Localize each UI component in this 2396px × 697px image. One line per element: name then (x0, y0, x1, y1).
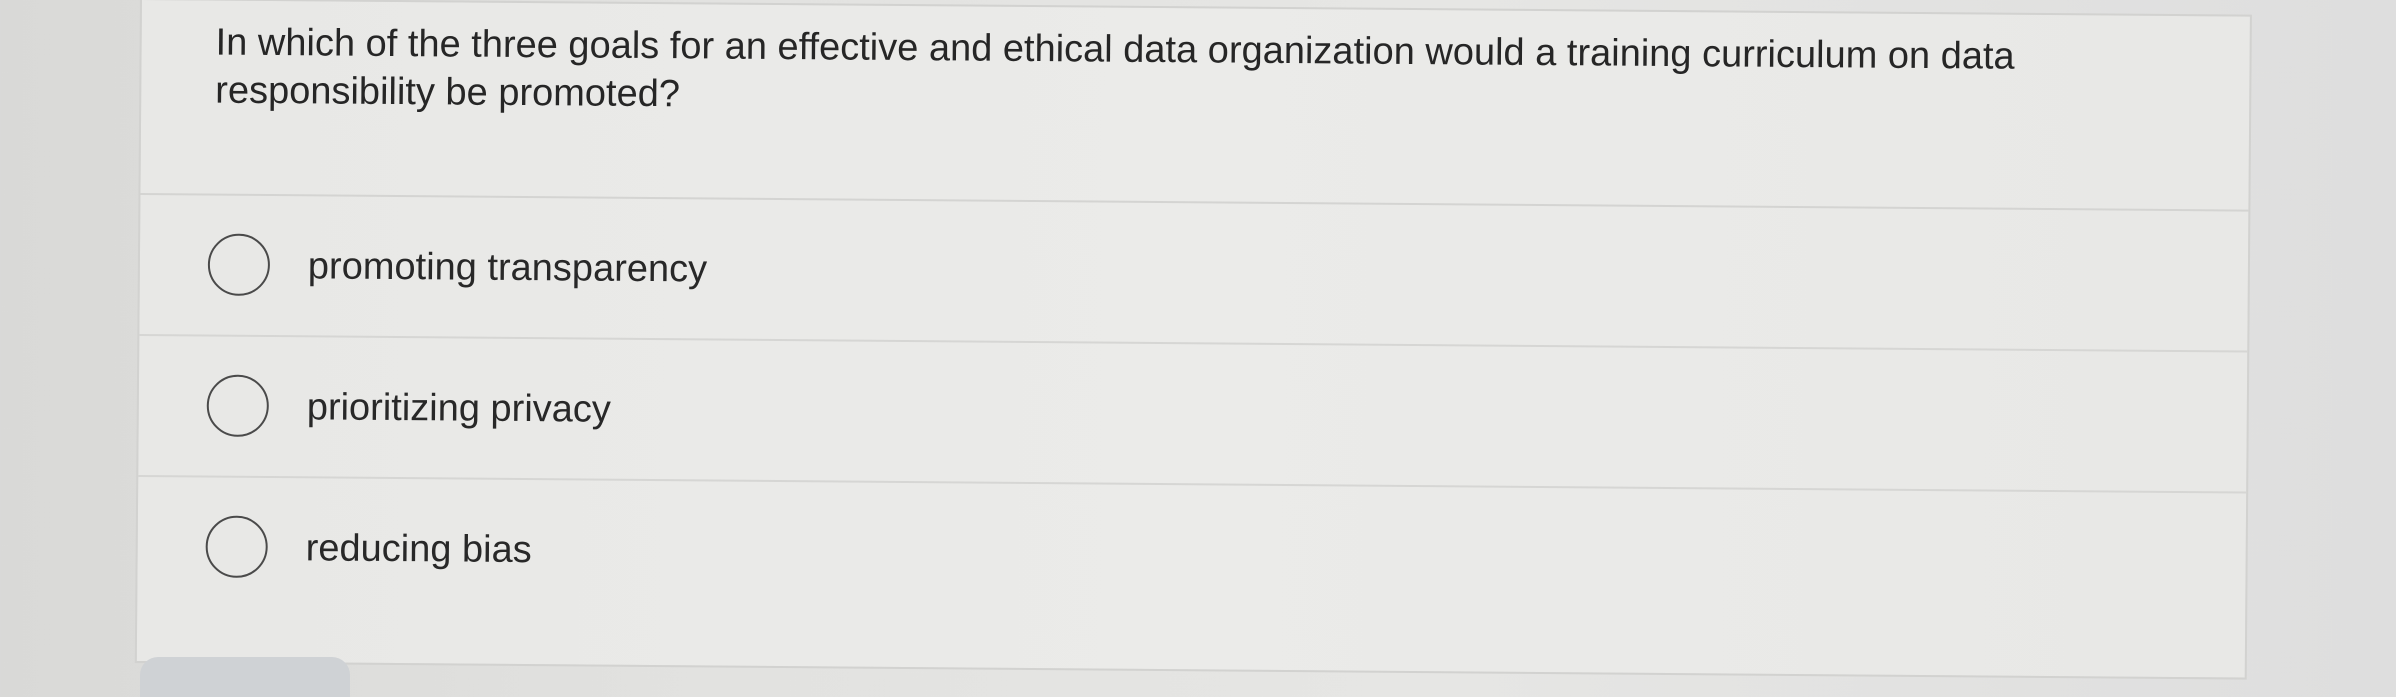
option-label[interactable]: promoting transparency (308, 244, 708, 291)
radio-button-icon[interactable] (207, 233, 271, 297)
radio-button-icon[interactable] (205, 515, 268, 579)
option-promoting-transparency[interactable]: promoting transparency (139, 195, 2249, 353)
question-text: In which of the three goals for an effec… (215, 21, 2015, 116)
quiz-question-card: In which of the three goals for an effec… (134, 0, 2252, 680)
option-reducing-bias[interactable]: reducing bias (137, 477, 2246, 635)
question-block: In which of the three goals for an effec… (140, 0, 2250, 212)
option-label[interactable]: reducing bias (306, 526, 532, 572)
option-label[interactable]: prioritizing privacy (307, 385, 611, 431)
submit-button-partial[interactable] (140, 657, 350, 697)
option-prioritizing-privacy[interactable]: prioritizing privacy (138, 336, 2248, 494)
radio-button-icon[interactable] (206, 374, 270, 438)
answer-options: promoting transparency prioritizing priv… (137, 195, 2249, 635)
